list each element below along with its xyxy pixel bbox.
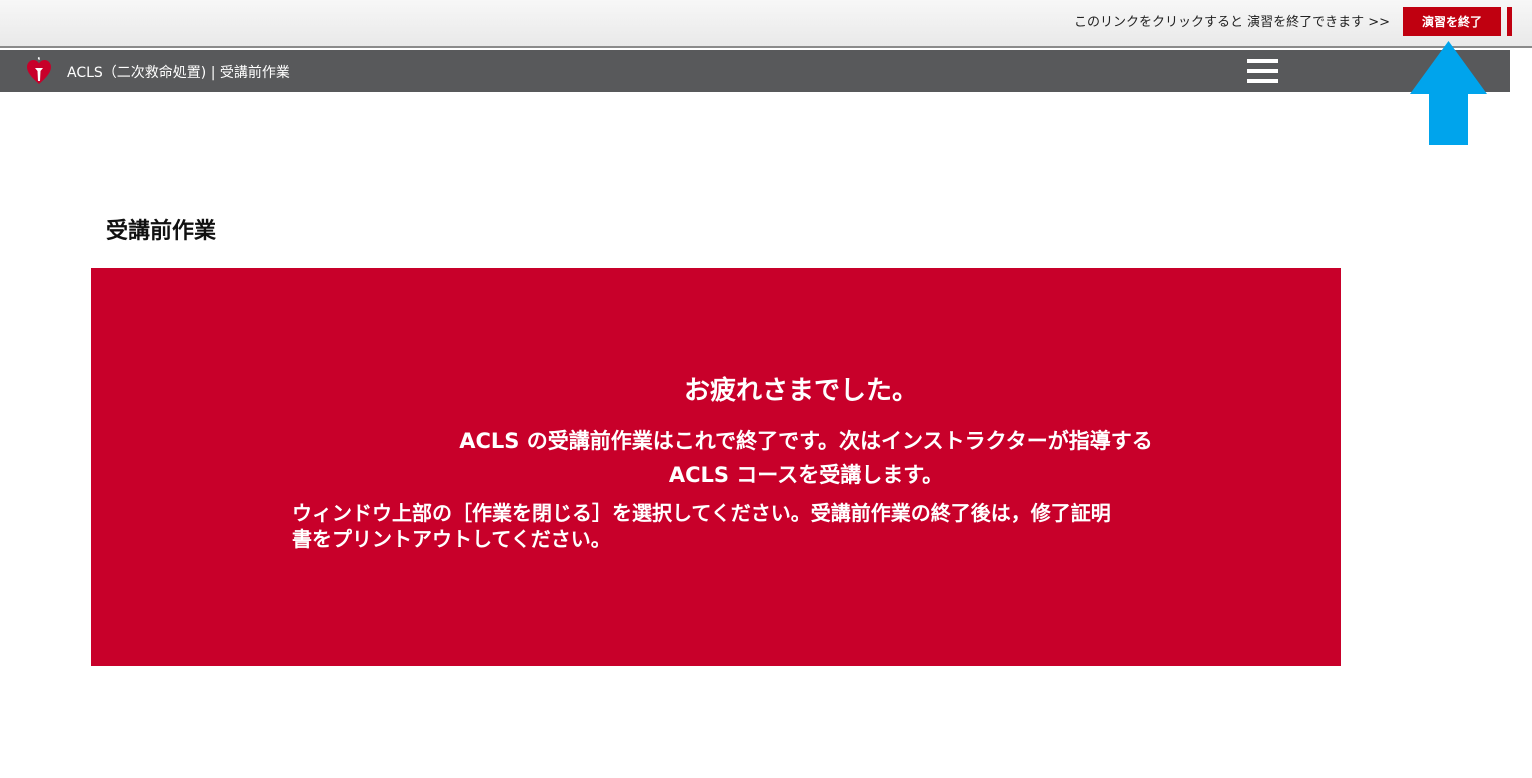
exit-hint-text: このリンクをクリックすると 演習を終了できます >> <box>1073 15 1390 30</box>
edge-strip <box>1507 7 1512 36</box>
top-bar: このリンクをクリックすると 演習を終了できます >> 演習を終了 <box>0 0 1532 48</box>
nav-bar: ACLS（二次救命処置) | 受講前作業 <box>0 50 1510 92</box>
panel-message-line-2: ACLS コースを受講します。 <box>668 463 944 487</box>
exit-exercise-button[interactable]: 演習を終了 <box>1403 7 1501 36</box>
completion-panel: お疲れさまでした。 ACLS の受講前作業はこれで終了です。次はインストラクター… <box>91 268 1341 666</box>
heart-torch-logo-icon <box>27 57 51 84</box>
up-arrow-icon <box>1410 41 1487 145</box>
page-title: 受講前作業 <box>106 219 217 244</box>
panel-instructions: ウィンドウ上部の［作業を閉じる］を選択してください。受講前作業の終了後は，修了証… <box>292 501 1111 551</box>
hamburger-menu-icon[interactable] <box>1247 59 1278 83</box>
panel-message-line-1: ACLS の受講前作業はこれで終了です。次はインストラクターが指導する <box>459 429 1153 453</box>
panel-heading: お疲れさまでした。 <box>683 376 918 406</box>
nav-title: ACLS（二次救命処置) | 受講前作業 <box>67 65 290 81</box>
